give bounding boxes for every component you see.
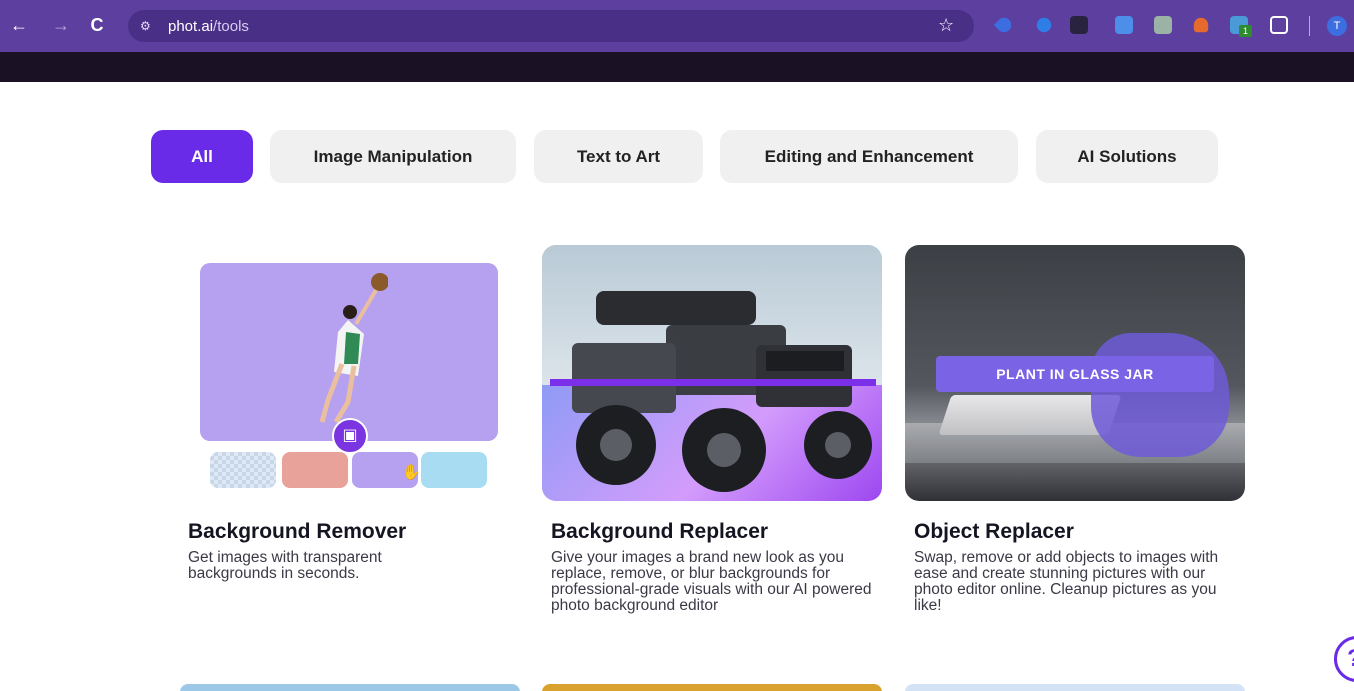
- code-extension-icon[interactable]: 1: [1230, 16, 1252, 37]
- jeep-image: [572, 291, 872, 492]
- help-button[interactable]: ?: [1334, 636, 1354, 682]
- bookmark-star-icon[interactable]: ☆: [938, 15, 954, 36]
- hand-cursor-icon: ✋: [402, 464, 421, 481]
- tool-card-peek[interactable]: [542, 684, 882, 691]
- card-title[interactable]: Background Replacer: [551, 520, 768, 544]
- background-replacer-image: [542, 245, 882, 501]
- blue-swatch[interactable]: [421, 452, 487, 488]
- flame-extension-icon[interactable]: [1193, 17, 1209, 33]
- site-header: [0, 52, 1354, 82]
- tool-card-peek[interactable]: [180, 684, 520, 691]
- reload-icon[interactable]: C: [86, 14, 108, 36]
- extensions-puzzle-icon[interactable]: [1270, 16, 1288, 34]
- browser-toolbar: ← → C ⚙ phot.ai/tools ☆ 1 T: [0, 0, 1354, 52]
- divider-line: [550, 379, 876, 386]
- transparent-swatch[interactable]: [210, 452, 276, 488]
- card-title[interactable]: Background Remover: [188, 520, 406, 544]
- card-description: Get images with transparent backgrounds …: [188, 549, 382, 582]
- tag-extension-icon[interactable]: [993, 14, 1015, 36]
- image-icon: ▣: [332, 418, 368, 454]
- forward-icon[interactable]: →: [50, 14, 72, 36]
- tab-text-to-art[interactable]: Text to Art: [534, 130, 703, 183]
- card-description: Swap, remove or add objects to images wi…: [914, 549, 1219, 614]
- translate-extension-icon[interactable]: [1115, 16, 1133, 34]
- tool-card-peek[interactable]: [905, 684, 1245, 691]
- password-extension-icon[interactable]: [1070, 16, 1088, 34]
- notes-extension-icon[interactable]: [1154, 16, 1172, 34]
- back-icon[interactable]: ←: [8, 14, 30, 36]
- profile-avatar[interactable]: T: [1327, 16, 1347, 36]
- tab-editing-and-enhancement[interactable]: Editing and Enhancement: [720, 130, 1018, 183]
- tab-all[interactable]: All: [151, 130, 253, 183]
- card-title[interactable]: Object Replacer: [914, 520, 1074, 544]
- extension-badge: 1: [1239, 25, 1252, 37]
- card-description: Give your images a brand new look as you…: [551, 549, 872, 614]
- url-text: phot.ai/tools: [168, 18, 249, 35]
- tab-image-manipulation[interactable]: Image Manipulation: [270, 130, 516, 183]
- url-path: /tools: [213, 18, 249, 35]
- toolbar-divider: [1309, 16, 1310, 36]
- url-host: phot.ai: [168, 18, 214, 35]
- address-bar[interactable]: ⚙ phot.ai/tools ☆: [128, 10, 974, 42]
- jumping-woman-image: [319, 273, 388, 424]
- object-mask: [1091, 333, 1229, 457]
- check-extension-icon[interactable]: [1036, 17, 1052, 33]
- object-prompt-label: PLANT IN GLASS JAR: [936, 356, 1214, 392]
- tab-ai-solutions[interactable]: AI Solutions: [1036, 130, 1218, 183]
- site-info-icon[interactable]: ⚙: [140, 18, 156, 34]
- object-replacer-image: PLANT IN GLASS JAR: [905, 245, 1245, 501]
- pink-swatch[interactable]: [282, 452, 348, 488]
